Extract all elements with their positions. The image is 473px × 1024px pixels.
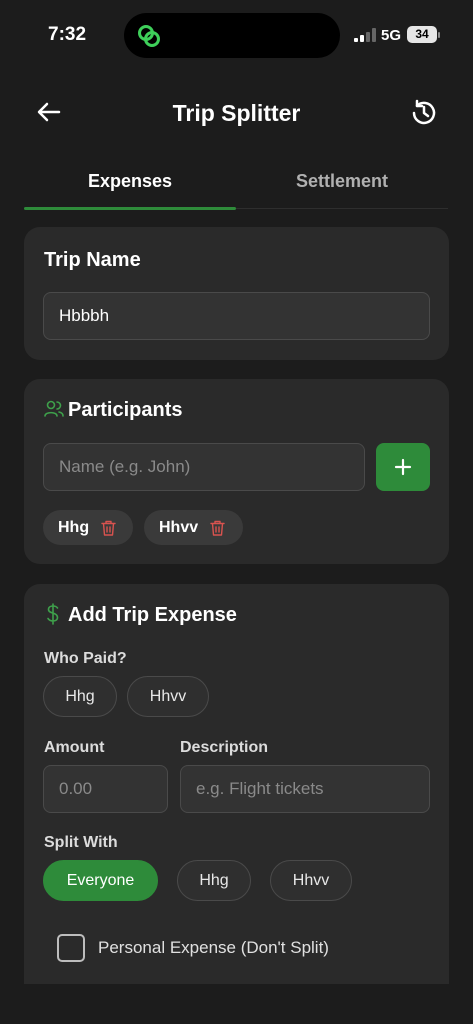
split-with-label: Split With <box>44 834 118 851</box>
history-icon[interactable] <box>408 97 440 129</box>
tab-expenses[interactable]: Expenses <box>24 171 236 192</box>
network-label: 5G <box>381 27 402 44</box>
tab-settlement[interactable]: Settlement <box>236 171 448 192</box>
participants-card: Participants Name (e.g. John) Hhg Hhvv <box>24 379 449 564</box>
trip-name-input[interactable]: Hbbbh <box>43 292 430 340</box>
participant-chip: Hhvv <box>144 510 243 545</box>
payer-option[interactable]: Hhvv <box>127 676 209 717</box>
page-title: Trip Splitter <box>172 100 301 126</box>
split-option-everyone[interactable]: Everyone <box>43 860 158 901</box>
participant-name-input[interactable]: Name (e.g. John) <box>43 443 365 491</box>
tab-divider <box>236 208 448 209</box>
users-icon <box>44 400 64 417</box>
dollar-icon <box>47 603 59 625</box>
status-bar: 7:32 5G 34 <box>0 0 473 70</box>
split-option[interactable]: Hhvv <box>270 860 352 901</box>
plus-icon <box>394 458 412 476</box>
participant-name: Hhg <box>58 518 90 536</box>
trip-name-card: Trip Name Hbbbh <box>24 227 449 360</box>
participant-chip: Hhg <box>43 510 133 545</box>
dynamic-island <box>124 13 340 58</box>
description-label: Description <box>180 739 269 756</box>
active-tab-indicator <box>24 207 236 210</box>
signal-icon <box>354 28 376 42</box>
participants-title: Participants <box>68 399 183 421</box>
personal-expense-label[interactable]: Personal Expense (Don't Split) <box>98 938 329 958</box>
who-paid-label: Who Paid? <box>44 650 127 667</box>
add-expense-title: Add Trip Expense <box>68 604 237 626</box>
personal-expense-checkbox[interactable] <box>57 934 85 962</box>
payer-option[interactable]: Hhg <box>43 676 117 717</box>
amount-label: Amount <box>44 739 105 756</box>
battery-tip <box>438 32 440 38</box>
trash-icon[interactable] <box>101 520 116 536</box>
add-participant-button[interactable] <box>376 443 430 491</box>
participant-name: Hhvv <box>159 518 199 536</box>
split-option[interactable]: Hhg <box>177 860 251 901</box>
status-time: 7:32 <box>48 24 87 45</box>
add-expense-card: Add Trip Expense Who Paid? Hhg Hhvv Amou… <box>24 584 449 984</box>
trip-name-title: Trip Name <box>44 249 141 271</box>
amount-input[interactable]: 0.00 <box>43 765 168 813</box>
battery-icon: 34 <box>407 26 437 43</box>
trash-icon[interactable] <box>210 520 225 536</box>
description-input[interactable]: e.g. Flight tickets <box>180 765 430 813</box>
app-activity-icon <box>138 25 160 47</box>
